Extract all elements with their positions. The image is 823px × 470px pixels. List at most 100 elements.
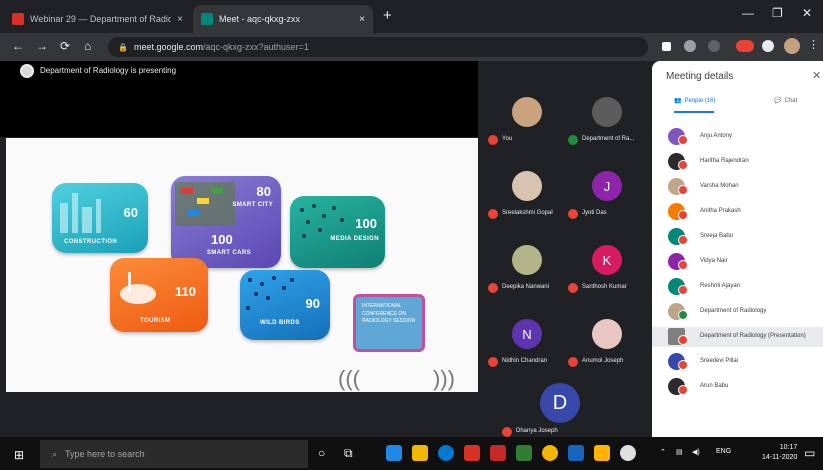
participant-tile[interactable]: Deepika Nanwani bbox=[484, 233, 570, 295]
list-item[interactable]: Sreeja Babu bbox=[666, 227, 816, 247]
presenter-bar: Department of Radiology is presenting bbox=[0, 61, 478, 137]
office-icon[interactable] bbox=[464, 445, 480, 461]
participant-tile[interactable]: D Dhanya Joseph bbox=[496, 377, 624, 439]
chrome-icon[interactable] bbox=[542, 445, 558, 461]
presenter-avatar bbox=[20, 64, 34, 78]
participant-tile[interactable]: Anumol Joseph bbox=[564, 307, 650, 369]
slide-blob-smart-city: 80 SMART CITY 100 SMART CARS bbox=[171, 176, 281, 268]
sound-wave-right-icon: ))) bbox=[433, 366, 455, 391]
tab-label: People (16) bbox=[684, 97, 716, 104]
card-text: INTERNATIONAL CONFERENCE ON RADIOLOGY SE… bbox=[362, 303, 416, 324]
browser-tab-meet[interactable]: Meet - aqc-qkxg-zxx × bbox=[193, 5, 373, 33]
new-tab-button[interactable]: + bbox=[383, 7, 392, 24]
mic-off-icon bbox=[678, 335, 688, 345]
taskbar-clock[interactable]: 10:17 14-11-2020 bbox=[762, 443, 797, 463]
close-window-button[interactable]: ✕ bbox=[802, 6, 812, 20]
avatar bbox=[592, 319, 622, 349]
edge-icon[interactable] bbox=[386, 445, 402, 461]
blob-label: WILD BIRDS bbox=[260, 320, 300, 326]
language-indicator[interactable]: ENG bbox=[716, 448, 731, 455]
reload-button[interactable]: ⟳ bbox=[60, 39, 70, 53]
blob-label: TOURISM bbox=[140, 318, 171, 324]
participant-name: Vidya Nair bbox=[700, 258, 728, 264]
close-icon[interactable]: × bbox=[177, 14, 183, 25]
store-icon[interactable] bbox=[412, 445, 428, 461]
back-button[interactable]: ← bbox=[12, 39, 24, 53]
list-item[interactable]: Reshmi Ajayan bbox=[666, 277, 816, 297]
task-view-icon[interactable]: ⧉ bbox=[344, 446, 353, 461]
excel-icon[interactable] bbox=[516, 445, 532, 461]
profile-avatar[interactable] bbox=[784, 38, 800, 54]
tab-chat[interactable]: 💬 Chat bbox=[774, 97, 797, 105]
list-item[interactable]: Sreedevi Pillai bbox=[666, 352, 816, 372]
minimize-button[interactable]: — bbox=[742, 6, 754, 20]
search-icon: ⌕ bbox=[52, 448, 58, 459]
blob-number: 110 bbox=[175, 284, 196, 299]
list-item[interactable]: Vidya Nair bbox=[666, 252, 816, 272]
extension-red-icon[interactable] bbox=[736, 40, 754, 52]
list-item[interactable]: Varsha Mohan bbox=[666, 177, 816, 197]
participant-name: Anumol Joseph bbox=[582, 358, 624, 364]
taskbar-search[interactable]: ⌕ Type here to search bbox=[40, 440, 308, 468]
tab-indicator bbox=[674, 111, 714, 113]
acrobat-icon[interactable] bbox=[490, 445, 506, 461]
cortana-icon[interactable]: ○ bbox=[318, 446, 325, 460]
avatar bbox=[512, 245, 542, 275]
list-item[interactable]: Department of Radiology (Presentation) bbox=[652, 327, 823, 347]
mic-off-icon bbox=[678, 135, 688, 145]
participant-tile[interactable]: Sreelakshmi Gopal bbox=[484, 159, 570, 221]
list-item[interactable]: Anju Antony bbox=[666, 127, 816, 147]
avatar bbox=[512, 171, 542, 201]
participant-name: You bbox=[502, 136, 513, 142]
maximize-button[interactable]: ❐ bbox=[772, 6, 783, 20]
list-item[interactable]: Arun Babu bbox=[666, 377, 816, 397]
extension-icon[interactable] bbox=[708, 40, 720, 52]
app-icon[interactable] bbox=[620, 445, 636, 461]
file-explorer-icon[interactable] bbox=[594, 445, 610, 461]
tab-title: Webinar 29 — Department of Radiology bbox=[30, 14, 172, 24]
forward-button[interactable]: → bbox=[36, 39, 48, 53]
search-placeholder: Type here to search bbox=[65, 449, 145, 459]
address-path: /aqc-qkxg-zxx?authuser=1 bbox=[203, 42, 309, 52]
tray-chevron-icon[interactable]: ⌃ bbox=[660, 448, 666, 456]
close-icon[interactable]: ✕ bbox=[812, 69, 821, 82]
mic-off-icon bbox=[488, 283, 498, 293]
volume-icon[interactable]: ◀) bbox=[692, 448, 700, 456]
participant-tile[interactable]: You bbox=[484, 85, 570, 147]
address-bar[interactable]: 🔒 meet.google.com /aqc-qkxg-zxx?authuser… bbox=[108, 37, 648, 57]
tab-people[interactable]: 👥 People (16) bbox=[674, 97, 716, 105]
participant-tile[interactable]: K Santhosh Kumar bbox=[564, 233, 650, 295]
ie-icon[interactable] bbox=[438, 445, 454, 461]
blob-number: 100 bbox=[211, 232, 233, 247]
extension-white-icon[interactable] bbox=[762, 40, 774, 52]
birds-graphic bbox=[300, 204, 344, 238]
browser-tab-strip: Webinar 29 — Department of Radiology × M… bbox=[0, 0, 823, 33]
word-icon[interactable] bbox=[568, 445, 584, 461]
mic-off-icon bbox=[568, 209, 578, 219]
participant-tile[interactable]: J Jyoti Das bbox=[564, 159, 650, 221]
search-icon[interactable] bbox=[684, 40, 696, 52]
list-item[interactable]: Haritha Rajendran bbox=[666, 152, 816, 172]
blob-number: 60 bbox=[123, 205, 138, 220]
conference-card: INTERNATIONAL CONFERENCE ON RADIOLOGY SE… bbox=[353, 294, 425, 352]
participant-name: Dhanya Joseph bbox=[516, 428, 558, 434]
windows-start-icon[interactable]: ⊞ bbox=[14, 448, 24, 462]
screen: Webinar 29 — Department of Radiology × M… bbox=[0, 0, 823, 470]
menu-icon[interactable]: ⋮ bbox=[808, 38, 820, 51]
panel-title: Meeting details bbox=[666, 71, 734, 82]
participant-tile[interactable]: N Nidhin Chandran bbox=[484, 307, 570, 369]
camera-icon[interactable] bbox=[662, 42, 671, 51]
presenter-label: Department of Radiology is presenting bbox=[40, 66, 177, 75]
notifications-icon[interactable]: ▭ bbox=[804, 446, 815, 460]
avatar: N bbox=[512, 319, 542, 349]
avatar bbox=[592, 97, 622, 127]
network-icon[interactable]: ▤ bbox=[676, 448, 683, 456]
browser-tab-webinar[interactable]: Webinar 29 — Department of Radiology × bbox=[4, 5, 191, 33]
list-item[interactable]: Department of Radiology bbox=[666, 302, 816, 322]
home-button[interactable]: ⌂ bbox=[84, 39, 91, 53]
list-item[interactable]: Anitha Prakash bbox=[666, 202, 816, 222]
mic-off-icon bbox=[568, 283, 578, 293]
participant-tile[interactable]: Department of Ra... bbox=[564, 85, 650, 147]
mic-off-icon bbox=[678, 360, 688, 370]
close-icon[interactable]: × bbox=[359, 14, 365, 25]
